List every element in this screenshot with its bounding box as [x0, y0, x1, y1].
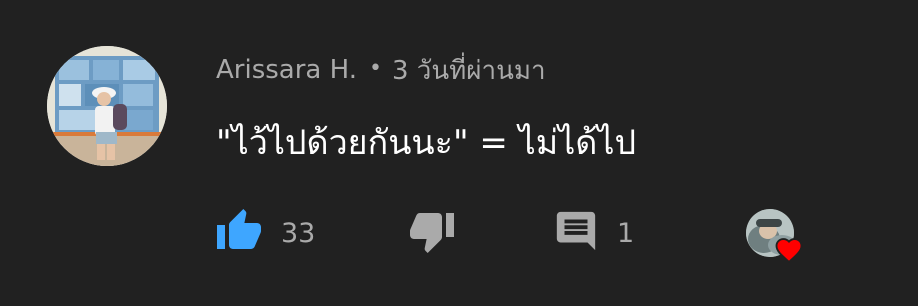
author-name[interactable]: Arissara H.	[216, 55, 357, 85]
reply-count: 1	[617, 217, 635, 249]
comment-icon	[553, 208, 599, 258]
heart-icon	[774, 235, 804, 267]
comment-meta: Arissara H. • 3 วันที่ผ่านมา	[216, 50, 546, 90]
author-avatar[interactable]	[47, 46, 167, 166]
like-count: 33	[281, 217, 316, 249]
comment-card: Arissara H. • 3 วันที่ผ่านมา "ไว้ไปด้วยก…	[0, 0, 918, 306]
creator-heart-badge[interactable]	[746, 209, 808, 265]
like-button[interactable]: 33	[215, 205, 315, 261]
reply-button[interactable]: 1	[553, 205, 634, 261]
comment-text: "ไว้ไปด้วยกันนะ" = ไม่ได้ไป	[216, 123, 637, 163]
comment-timestamp[interactable]: 3 วันที่ผ่านมา	[392, 50, 546, 91]
meta-separator: •	[368, 55, 382, 81]
dislike-button[interactable]	[408, 205, 456, 261]
thumbs-down-icon	[408, 207, 456, 259]
thumbs-up-icon	[215, 207, 263, 259]
